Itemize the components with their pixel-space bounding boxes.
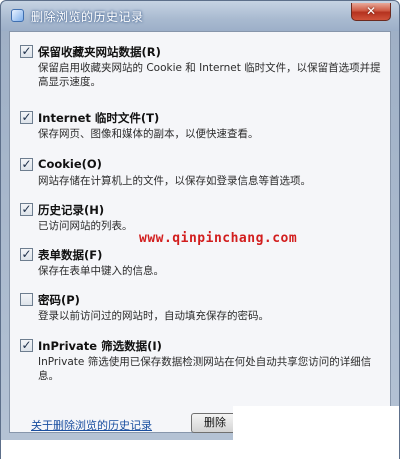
delete-button[interactable]: 删除	[191, 413, 239, 433]
option-title: 保留收藏夹网站数据(R)	[38, 45, 161, 59]
option-title: 历史记录(H)	[38, 203, 105, 217]
watermark-text: www.qinpinchang.com	[139, 231, 298, 246]
cropped-edge-bottom	[1, 440, 233, 460]
title-bar[interactable]: 删除浏览的历史记录 ✕	[1, 1, 399, 31]
close-button[interactable]: ✕	[351, 3, 391, 21]
check-icon: ✓	[21, 44, 32, 58]
option-title: Cookie(O)	[38, 157, 102, 171]
checkbox-passwords[interactable]	[20, 293, 33, 306]
option-description: 登录以前访问过的网站时，自动填充保存的密码。	[38, 310, 269, 322]
check-icon: ✓	[21, 247, 32, 261]
checkbox-history[interactable]: ✓	[20, 203, 33, 216]
option-description: 网站存储在计算机上的文件，以保存如登录信息等首选项。	[38, 175, 311, 187]
dialog-title: 删除浏览的历史记录	[31, 10, 144, 24]
check-icon: ✓	[21, 157, 32, 171]
option-description: 保存网页、图像和媒体的副本，以便快速查看。	[38, 128, 259, 140]
checkbox-preserve-favorites[interactable]: ✓	[20, 45, 33, 58]
option-title: Internet 临时文件(T)	[38, 111, 160, 125]
about-delete-history-link[interactable]: 关于删除浏览的历史记录	[31, 417, 152, 433]
cropped-edge-right	[233, 406, 399, 460]
delete-history-dialog: 删除浏览的历史记录 ✕ ✓ 保留收藏夹网站数据(R) 保留启用收藏夹网站的 Co…	[0, 0, 400, 460]
option-description: InPrivate 筛选使用已保存数据检测网站在何处自动共享您访问的详细信息。	[38, 356, 372, 382]
option-description: 保存在表单中键入的信息。	[38, 265, 164, 277]
checkbox-inprivate-filtering[interactable]: ✓	[20, 339, 33, 352]
option-description: 保留启用收藏夹网站的 Cookie 和 Internet 临时文件，以保留首选项…	[38, 62, 381, 88]
check-icon: ✓	[21, 338, 32, 352]
ie-app-icon	[11, 9, 24, 22]
check-icon: ✓	[21, 110, 32, 124]
option-title: InPrivate 筛选数据(I)	[38, 339, 162, 353]
option-title: 表单数据(F)	[38, 248, 103, 262]
check-icon: ✓	[21, 202, 32, 216]
checkbox-temp-files[interactable]: ✓	[20, 111, 33, 124]
checkbox-form-data[interactable]: ✓	[20, 248, 33, 261]
option-title: 密码(P)	[38, 293, 80, 307]
checkbox-cookies[interactable]: ✓	[20, 158, 33, 171]
